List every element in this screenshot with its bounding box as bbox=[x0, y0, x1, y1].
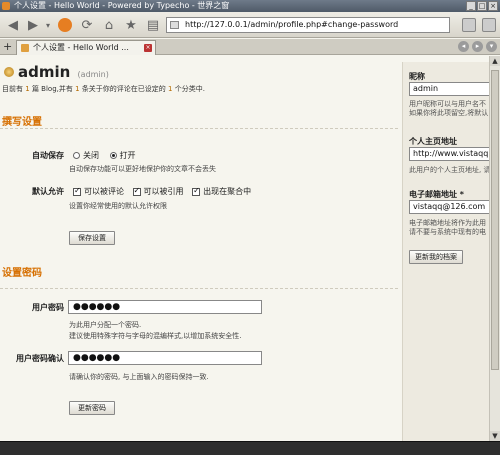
email-hint-2: 请不要与系统中现有的电 bbox=[409, 228, 486, 236]
window-controls: _ □ × bbox=[466, 1, 498, 11]
go-icon[interactable] bbox=[462, 18, 476, 32]
address-url: http://127.0.0.1/admin/profile.php#chang… bbox=[185, 20, 399, 29]
autosave-hint: 自动保存功能可以更好地保护你的文章不会丢失 bbox=[69, 165, 216, 173]
email-label: 电子邮箱地址 * bbox=[409, 190, 464, 199]
default-allow-options: 可以被评论 可以被引用 出现在聚合中 bbox=[73, 186, 251, 197]
tab-controls: ◂ ▸ ▾ bbox=[458, 41, 497, 52]
profile-heading: admin (admin) bbox=[18, 63, 109, 81]
autosave-off-radio[interactable] bbox=[73, 152, 80, 159]
window-titlebar: 个人设置 - Hello World - Powered by Typecho … bbox=[0, 0, 500, 12]
allow-feed-checkbox[interactable] bbox=[192, 186, 201, 196]
tab-profile-settings[interactable]: 个人设置 - Hello World ... × bbox=[16, 40, 156, 55]
history-dropdown-icon[interactable]: ▾ bbox=[44, 16, 52, 34]
password-label: 用户密码 bbox=[32, 303, 64, 312]
status-bar bbox=[0, 441, 500, 455]
nickname-hint-1: 用户昵称可以与用户名不 bbox=[409, 100, 486, 108]
stats-text: 条关于你的评论在已设定的 bbox=[81, 85, 166, 93]
autosave-options: 关闭 打开 bbox=[73, 150, 136, 161]
allow-comment-text: 可以被评论 bbox=[84, 187, 124, 196]
password-confirm-hint: 请确认你的密码, 与上面输入的密码保持一致. bbox=[69, 373, 209, 381]
password-input[interactable]: ●●●●●● bbox=[68, 300, 262, 314]
password-confirm-input[interactable]: ●●●●●● bbox=[68, 351, 262, 365]
browser-app-icon bbox=[2, 2, 10, 10]
nickname-input[interactable]: admin bbox=[409, 82, 489, 96]
homepage-hint: 此用户的个人主页地址, 请 bbox=[409, 166, 489, 174]
user-avatar-icon bbox=[4, 67, 14, 77]
email-hint-1: 电子邮箱地址将作为此用 bbox=[409, 219, 486, 227]
back-arrow-icon[interactable]: ◀ bbox=[4, 16, 22, 34]
scroll-thumb[interactable] bbox=[491, 70, 499, 370]
default-allow-hint: 设置你经常使用的默认允许权限 bbox=[69, 202, 167, 210]
autosave-off-text: 关闭 bbox=[83, 151, 99, 160]
password-confirm-label: 用户密码确认 bbox=[16, 354, 64, 363]
allow-comment-option[interactable]: 可以被评论 bbox=[73, 186, 124, 196]
allow-ping-option[interactable]: 可以被引用 bbox=[132, 186, 184, 196]
email-input[interactable]: vistaqq@126.com bbox=[409, 200, 489, 214]
stats-text: 个分类中. bbox=[174, 85, 205, 93]
tab-list-icon[interactable]: ▾ bbox=[486, 41, 497, 52]
update-password-button[interactable]: 更新密码 bbox=[69, 401, 115, 415]
save-settings-button[interactable]: 保存设置 bbox=[69, 231, 115, 245]
minimize-button[interactable]: _ bbox=[466, 1, 476, 11]
post-count: 1 bbox=[25, 85, 30, 93]
stop-icon[interactable] bbox=[56, 16, 74, 34]
section-divider bbox=[0, 128, 398, 129]
profile-username: (admin) bbox=[77, 70, 109, 79]
nickname-hint-2: 如果你将此项留空,将默认 bbox=[409, 109, 489, 117]
stats-text: 目前有 bbox=[2, 85, 23, 93]
tab-scroll-left-icon[interactable]: ◂ bbox=[458, 41, 469, 52]
profile-sidebar: 昵称 admin 用户昵称可以与用户名不 如果你将此项留空,将默认 个人主页地址… bbox=[402, 62, 489, 441]
bookmarks-icon[interactable]: ▤ bbox=[144, 16, 162, 34]
allow-ping-checkbox[interactable] bbox=[132, 186, 141, 196]
category-count: 1 bbox=[168, 85, 173, 93]
autosave-label: 自动保存 bbox=[32, 151, 64, 160]
allow-feed-text: 出现在聚合中 bbox=[203, 187, 252, 196]
tab-close-icon[interactable]: × bbox=[144, 44, 152, 52]
nickname-label: 昵称 bbox=[409, 72, 425, 81]
homepage-label: 个人主页地址 bbox=[409, 137, 457, 146]
address-bar[interactable]: http://127.0.0.1/admin/profile.php#chang… bbox=[166, 17, 450, 33]
writing-settings-title: 撰写设置 bbox=[2, 117, 42, 128]
scroll-up-icon[interactable]: ▲ bbox=[490, 56, 500, 66]
homepage-input[interactable]: http://www.vistaqq bbox=[409, 147, 489, 161]
scroll-down-icon[interactable]: ▼ bbox=[490, 431, 500, 441]
stats-text: 篇 Blog,并有 bbox=[31, 85, 73, 93]
refresh-icon[interactable]: ⟳ bbox=[78, 16, 96, 34]
navigation-toolbar: ◀ ▶ ▾ ⟳ ⌂ ★ ▤ http://127.0.0.1/admin/pro… bbox=[0, 12, 500, 38]
search-engine-icon[interactable] bbox=[482, 18, 496, 32]
allow-comment-checkbox[interactable] bbox=[73, 186, 81, 196]
forward-arrow-icon[interactable]: ▶ bbox=[24, 16, 42, 34]
tab-label: 个人设置 - Hello World ... bbox=[33, 43, 129, 52]
allow-feed-option[interactable]: 出现在聚合中 bbox=[192, 186, 252, 196]
tab-scroll-right-icon[interactable]: ▸ bbox=[472, 41, 483, 52]
update-profile-button[interactable]: 更新我的档案 bbox=[409, 250, 463, 264]
autosave-on-radio[interactable] bbox=[109, 152, 117, 159]
allow-ping-text: 可以被引用 bbox=[143, 187, 184, 196]
maximize-button[interactable]: □ bbox=[477, 1, 487, 11]
page-content: admin (admin) 目前有 1 篇 Blog,并有 1 条关于你的评论在… bbox=[0, 56, 489, 441]
window-title: 个人设置 - Hello World - Powered by Typecho … bbox=[14, 1, 230, 10]
page-favicon-icon bbox=[170, 21, 179, 29]
profile-name: admin bbox=[18, 63, 71, 81]
password-hint-2: 建议使用特殊字符与字母的混编样式,以增加系统安全性. bbox=[69, 332, 242, 340]
section-divider bbox=[0, 288, 398, 289]
password-settings-title: 设置密码 bbox=[2, 268, 42, 279]
favorites-icon[interactable]: ★ bbox=[122, 16, 140, 34]
tab-favicon-icon bbox=[21, 44, 29, 52]
password-hint-1: 为此用户分配一个密码. bbox=[69, 321, 142, 329]
home-icon[interactable]: ⌂ bbox=[100, 16, 118, 34]
comment-count: 1 bbox=[75, 85, 80, 93]
autosave-off-option[interactable]: 关闭 bbox=[73, 151, 99, 160]
address-actions bbox=[462, 18, 496, 32]
close-window-button[interactable]: × bbox=[488, 1, 498, 11]
default-allow-label: 默认允许 bbox=[32, 187, 64, 196]
autosave-on-text: 打开 bbox=[119, 151, 136, 160]
tab-bar: + 个人设置 - Hello World ... × ◂ ▸ ▾ bbox=[0, 39, 500, 55]
vertical-scrollbar[interactable]: ▲ ▼ bbox=[489, 56, 500, 441]
profile-stats: 目前有 1 篇 Blog,并有 1 条关于你的评论在已设定的 1 个分类中. bbox=[2, 84, 205, 94]
new-tab-button[interactable]: + bbox=[3, 41, 12, 53]
autosave-on-option[interactable]: 打开 bbox=[109, 151, 136, 160]
